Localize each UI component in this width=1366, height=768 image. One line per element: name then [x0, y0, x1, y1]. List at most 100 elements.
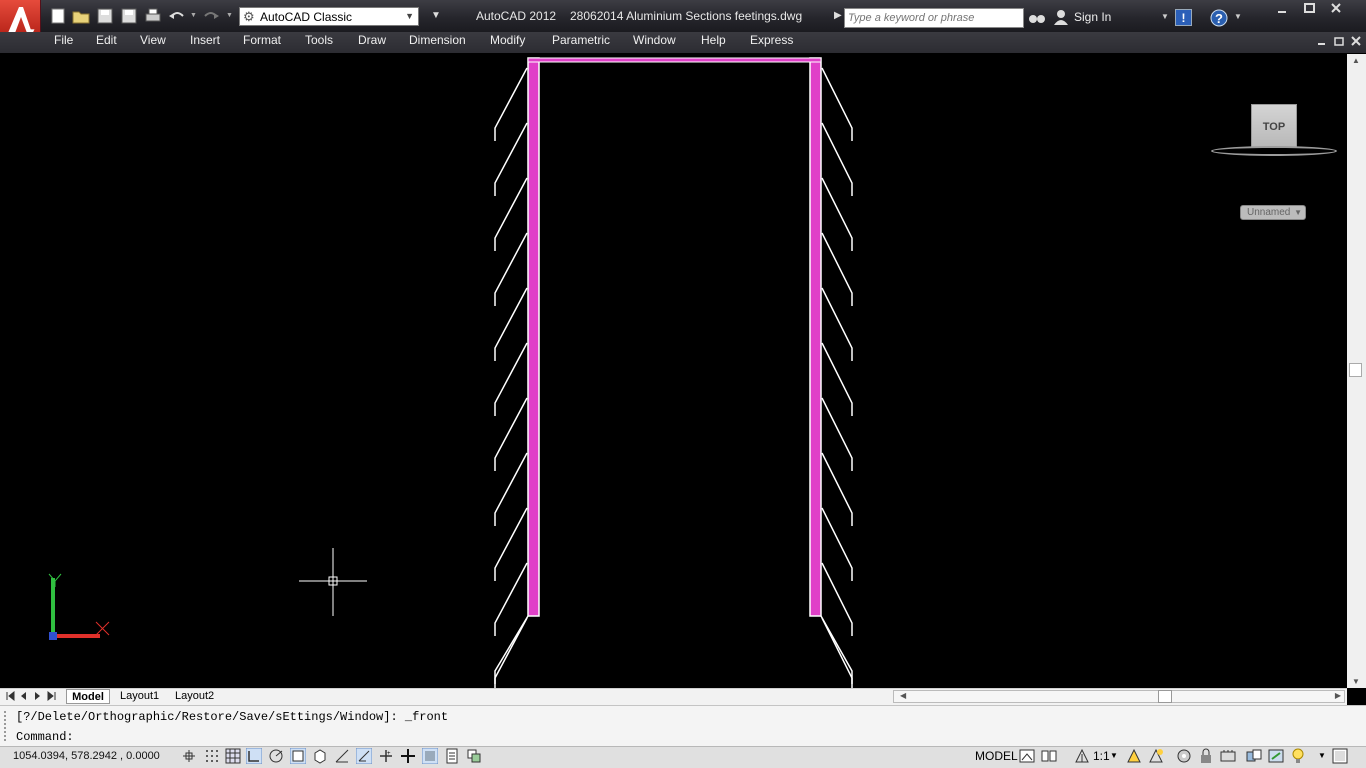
expand-search-icon[interactable]: ▶ [834, 10, 842, 21]
workspace-select[interactable]: ⚙ AutoCAD Classic ▼ [239, 7, 419, 26]
command-prompt[interactable]: Command: [16, 730, 74, 744]
drawing-canvas[interactable] [0, 54, 1347, 691]
show-lineweight-icon[interactable] [400, 748, 416, 764]
previous-tab-icon [21, 692, 26, 700]
tab-layout1[interactable]: Layout1 [120, 689, 159, 704]
document-window-controls[interactable] [1316, 35, 1364, 49]
annotation-scale-dropdown-icon[interactable]: ▼ [1110, 751, 1118, 760]
clean-screen-icon[interactable] [1268, 748, 1284, 764]
left-hatch-lines [494, 67, 529, 691]
annotation-scale-label[interactable]: 1:1 [1093, 749, 1110, 763]
svg-text:?: ? [1215, 11, 1223, 26]
save-as-icon[interactable] [120, 8, 138, 24]
redo-dropdown-icon[interactable]: ▼ [226, 12, 233, 19]
scroll-right-icon[interactable]: ▶ [1335, 691, 1341, 700]
horizontal-scroll-thumb[interactable] [1158, 690, 1172, 703]
coordinate-readout[interactable]: 1054.0394, 578.2942 , 0.0000 [13, 750, 160, 762]
plot-icon[interactable] [144, 8, 162, 24]
menu-view[interactable]: View [140, 33, 166, 47]
named-view-selector[interactable]: Unnamed ▼ [1240, 205, 1306, 220]
save-icon[interactable] [96, 8, 114, 24]
menu-dimension[interactable]: Dimension [409, 33, 466, 47]
menu-edit[interactable]: Edit [96, 33, 117, 47]
command-window-grip[interactable] [4, 711, 12, 741]
tab-model[interactable]: Model [66, 689, 110, 704]
binoculars-icon[interactable] [1028, 9, 1046, 25]
menu-tools[interactable]: Tools [305, 33, 333, 47]
object-snap-icon[interactable] [290, 748, 306, 764]
snap-mode-icon[interactable] [204, 748, 220, 764]
user-icon[interactable] [1053, 9, 1069, 25]
annotation-visibility-icon[interactable] [1126, 748, 1142, 764]
layout-view-icon[interactable] [1019, 748, 1035, 764]
auto-add-scales-icon[interactable] [1148, 748, 1164, 764]
communication-center-icon[interactable]: ! [1175, 9, 1192, 26]
right-hatch-lines [820, 67, 853, 691]
chevron-down-icon: ▼ [1294, 208, 1302, 217]
top-profile-flange [527, 57, 822, 63]
menu-format[interactable]: Format [243, 33, 281, 47]
toolbar-lock-icon[interactable] [1198, 748, 1214, 764]
vertical-scroll-thumb[interactable] [1349, 363, 1362, 377]
transparency-icon[interactable] [422, 748, 438, 764]
customize-toolbar-icon[interactable]: ▼ [431, 10, 441, 21]
open-folder-icon[interactable] [72, 8, 90, 24]
lightbulb-icon[interactable] [1290, 748, 1306, 764]
undo-dropdown-icon[interactable]: ▼ [190, 12, 197, 19]
model-space-toggle[interactable]: MODEL [975, 749, 1018, 763]
workspace-switching-icon[interactable] [1176, 748, 1192, 764]
selection-cycling-icon[interactable] [466, 748, 482, 764]
right-hatch-line [821, 287, 853, 361]
window-controls[interactable] [1274, 2, 1364, 16]
menu-help[interactable]: Help [701, 33, 726, 47]
workspace-label: AutoCAD Classic [260, 10, 353, 24]
viewcube-top-face[interactable]: TOP [1251, 104, 1297, 148]
menu-modify[interactable]: Modify [490, 33, 525, 47]
isolate-objects-icon[interactable] [1246, 748, 1262, 764]
viewcube-compass-ring[interactable] [1211, 146, 1337, 156]
hardware-acceleration-icon[interactable] [1220, 748, 1236, 764]
left-hatch-line [494, 342, 528, 416]
search-input[interactable] [844, 8, 1024, 28]
polar-tracking-icon[interactable] [268, 748, 284, 764]
clean-screen-toggle-icon[interactable] [1332, 748, 1348, 764]
tab-navigation-arrows[interactable] [4, 690, 60, 702]
next-tab-icon [35, 692, 40, 700]
quick-view-layouts-icon[interactable] [1041, 748, 1057, 764]
scroll-left-icon[interactable]: ◀ [900, 691, 906, 700]
new-file-icon[interactable] [49, 8, 67, 24]
menu-draw[interactable]: Draw [358, 33, 386, 47]
help-dropdown-icon[interactable]: ▼ [1234, 12, 1242, 21]
grid-display-icon[interactable] [225, 748, 241, 764]
annotation-scale-icon[interactable] [1074, 748, 1090, 764]
svg-text:+: + [387, 751, 391, 757]
tab-layout2[interactable]: Layout2 [175, 689, 214, 704]
menu-express[interactable]: Express [750, 33, 793, 47]
right-profile-wall [809, 57, 822, 617]
scroll-up-icon[interactable]: ▲ [1352, 56, 1360, 65]
scroll-down-icon[interactable]: ▼ [1352, 677, 1360, 686]
dynamic-input-icon[interactable]: + [378, 748, 394, 764]
right-hatch-line [821, 397, 853, 471]
menu-file[interactable]: File [54, 33, 73, 47]
infer-constraints-icon[interactable] [181, 748, 197, 764]
3d-object-snap-icon[interactable] [312, 748, 328, 764]
left-hatch-line [494, 452, 528, 526]
status-bar-menu-icon[interactable]: ▼ [1318, 751, 1326, 760]
undo-icon[interactable] [168, 8, 186, 24]
object-snap-tracking-icon[interactable] [334, 748, 350, 764]
right-hatch-line [821, 232, 853, 306]
help-icon[interactable]: ? [1209, 8, 1229, 28]
quick-properties-icon[interactable] [444, 748, 460, 764]
menu-window[interactable]: Window [633, 33, 676, 47]
sign-in-dropdown-icon[interactable]: ▼ [1161, 12, 1169, 21]
menu-parametric[interactable]: Parametric [552, 33, 610, 47]
doc-minimize-icon [1318, 43, 1325, 45]
dynamic-ucs-icon[interactable] [356, 748, 372, 764]
horizontal-scrollbar[interactable]: ◀ ▶ [893, 690, 1345, 703]
doc-close-icon [1351, 36, 1361, 46]
ortho-mode-icon[interactable] [246, 748, 262, 764]
sign-in-link[interactable]: Sign In [1074, 10, 1111, 24]
redo-icon[interactable] [203, 8, 221, 24]
menu-insert[interactable]: Insert [190, 33, 220, 47]
